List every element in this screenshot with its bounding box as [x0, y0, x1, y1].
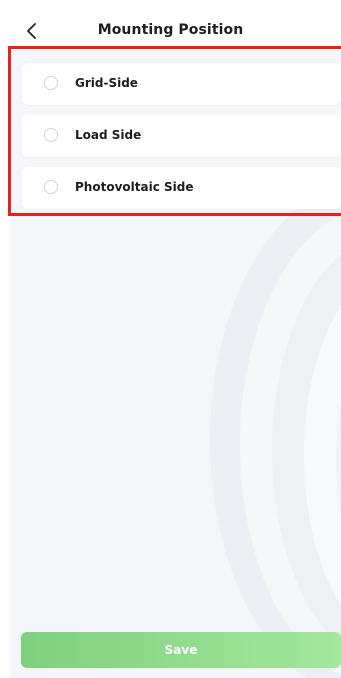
option-label: Photovoltaic Side [75, 180, 194, 194]
option-label: Grid-Side [75, 76, 138, 90]
option-load-side[interactable]: Load Side [22, 115, 341, 157]
option-label: Load Side [75, 128, 142, 142]
radio-button[interactable] [44, 76, 58, 90]
radio-button[interactable] [44, 128, 58, 142]
option-grid-side[interactable]: Grid-Side [22, 63, 341, 105]
page-title: Mounting Position [97, 22, 244, 38]
content-area: Grid-Side Load Side Photovoltaic Side Sa… [10, 50, 341, 678]
option-photovoltaic-side[interactable]: Photovoltaic Side [22, 167, 341, 209]
radio-button[interactable] [44, 180, 58, 194]
save-button[interactable]: Save [21, 632, 341, 668]
header: Mounting Position [0, 0, 341, 50]
